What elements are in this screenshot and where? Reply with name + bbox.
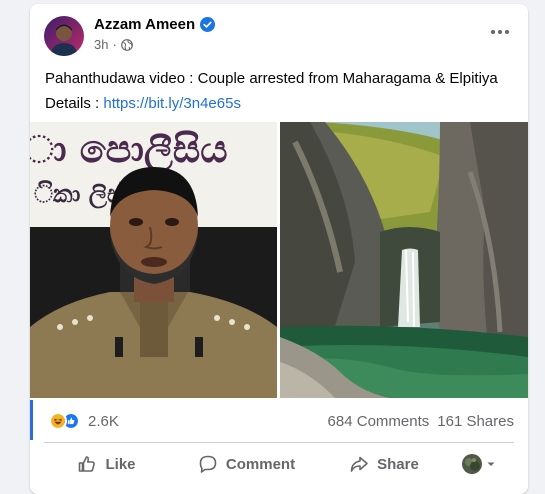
share-label: Share xyxy=(377,455,419,473)
post-text-line: Pahanthudawa video : Couple arrested fro… xyxy=(45,70,498,87)
reaction-summary[interactable]: 2.6K xyxy=(49,412,119,430)
engagement-counts: 684 Comments 161 Shares xyxy=(328,413,514,430)
post-actions: Like Comment Share xyxy=(44,445,514,483)
post-card: Azzam Ameen 3h · Pahanthudawa video : Co… xyxy=(30,4,528,494)
waterfall-photo[interactable] xyxy=(280,122,528,398)
like-label: Like xyxy=(105,455,136,473)
comment-label: Comment xyxy=(225,455,296,473)
actions-divider xyxy=(44,442,514,443)
comment-bubble-icon xyxy=(199,455,217,473)
caret-down-icon xyxy=(487,462,495,466)
reaction-count: 2.6K xyxy=(88,412,119,430)
post-time[interactable]: 3h xyxy=(94,37,108,52)
haha-reaction-icon xyxy=(49,412,67,430)
more-options-icon[interactable] xyxy=(488,22,512,42)
post-details-line: Details : https://bit.ly/3n4e65s xyxy=(45,91,514,116)
globe-icon xyxy=(120,38,133,51)
author-avatar[interactable] xyxy=(44,16,84,56)
backdrop-sign-text: ා පොලීසිය xyxy=(30,127,228,173)
author-name-row: Azzam Ameen xyxy=(94,16,216,33)
author-name[interactable]: Azzam Ameen xyxy=(94,16,195,33)
verified-badge-icon xyxy=(200,17,216,32)
post-stats: 2.6K 684 Comments 161 Shares xyxy=(30,400,528,440)
post-text: Pahanthudawa video : Couple arrested fro… xyxy=(45,66,514,116)
current-user-avatar xyxy=(462,454,482,474)
meta-separator: · xyxy=(112,37,117,52)
thumbs-up-icon xyxy=(79,456,96,472)
comments-count[interactable]: 684 Comments xyxy=(328,413,430,430)
details-label: Details : xyxy=(45,95,100,112)
react-as-selector[interactable] xyxy=(444,454,514,474)
share-button[interactable]: Share xyxy=(324,446,444,482)
comment-button[interactable]: Comment xyxy=(169,446,324,482)
police-official-photo[interactable]: ා පොලීසිය ිකා ලිස් xyxy=(30,122,277,398)
like-button[interactable]: Like xyxy=(44,446,169,482)
details-link[interactable]: https://bit.ly/3n4e65s xyxy=(103,95,241,112)
post-meta: 3h · xyxy=(94,37,133,52)
shares-count[interactable]: 161 Shares xyxy=(437,413,514,430)
share-arrow-icon xyxy=(350,456,368,472)
post-photos: ා පොලීසිය ිකා ලිස් xyxy=(30,122,528,398)
